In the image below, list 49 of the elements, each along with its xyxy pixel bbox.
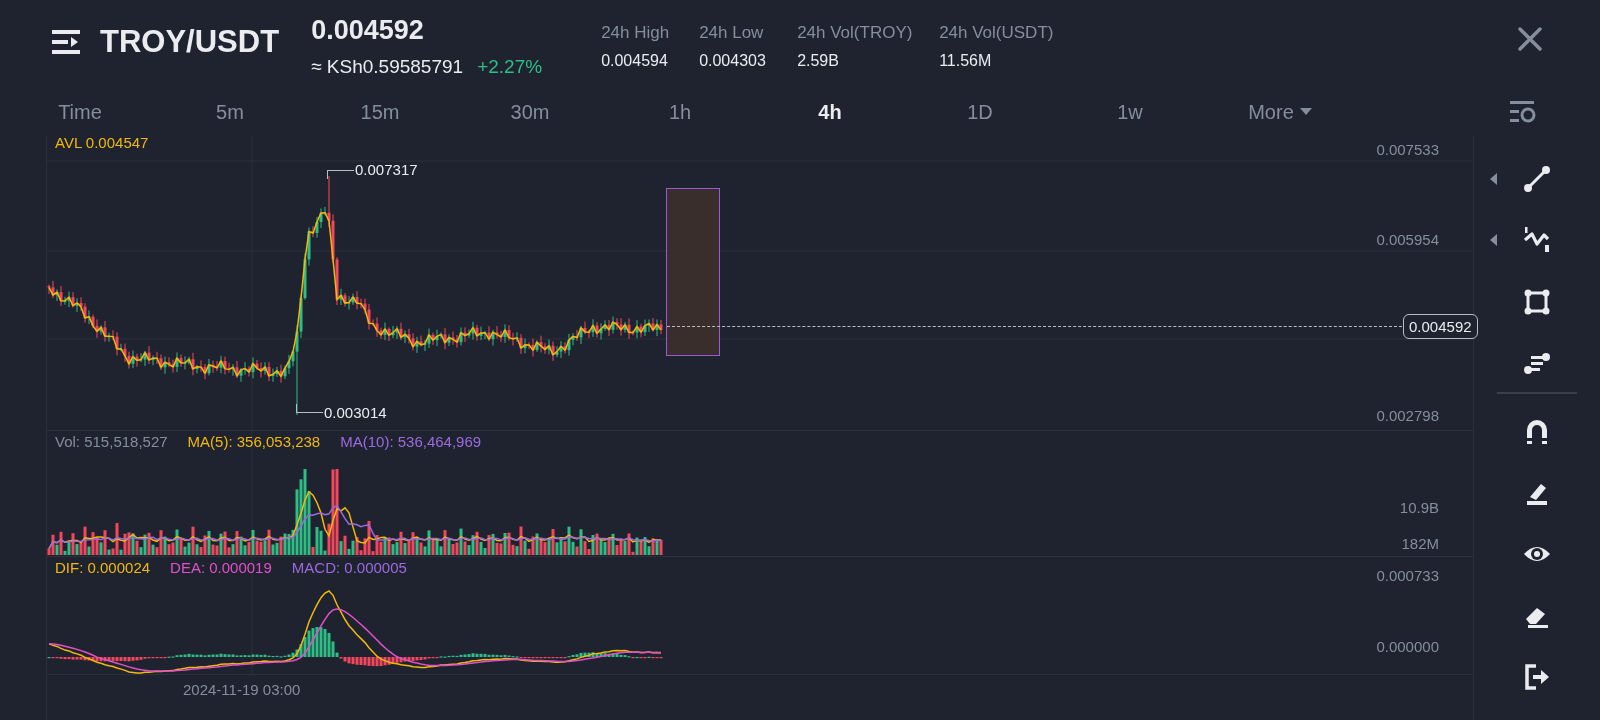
axis-label: 0.007533 (1376, 141, 1439, 159)
range-rectangle[interactable] (666, 188, 720, 356)
interval-tab[interactable]: 30m (455, 100, 605, 124)
low-price-label: 0.003014 (324, 404, 387, 421)
interval-tab[interactable]: 15m (305, 100, 455, 124)
fiat-price: ≈ KSh0.59585791 (311, 55, 464, 78)
caret-icon[interactable] (1299, 108, 1312, 116)
line-tool-icon[interactable] (1522, 163, 1552, 194)
avl-legend: AVL 0.004547 (55, 134, 149, 151)
axis-label: 182M (1401, 535, 1439, 553)
macd-legend: DEA: 0.000019 (170, 559, 272, 576)
interval-tab[interactable]: More (1205, 100, 1355, 124)
interval-tab[interactable]: 1D (905, 100, 1055, 124)
caret-icon[interactable] (1490, 234, 1497, 247)
volume-legend: MA(5): 356,053,238 (187, 433, 321, 450)
caret-icon[interactable] (1490, 172, 1497, 185)
interval-tab[interactable]: Time (5, 100, 155, 124)
chart-settings-icon[interactable] (1510, 101, 1536, 123)
axis-label: 0.005954 (1376, 231, 1439, 249)
close-icon[interactable] (1518, 27, 1542, 51)
high-price-label: 0.007317 (355, 161, 418, 178)
axis-label: 10.9B (1399, 499, 1439, 517)
stat-value: 0.004594 (601, 51, 669, 70)
last-price-tag: 0.004592 (1403, 314, 1478, 339)
axis-label: 0.000000 (1376, 638, 1439, 656)
volume-legend: MA(10): 536,464,969 (340, 433, 482, 450)
time-axis-label: 2024-11-19 03:00 (183, 681, 301, 698)
price-change: +2.27% (477, 55, 543, 78)
axis-label: 0.000733 (1376, 567, 1439, 585)
stat-value: 11.56M (939, 51, 993, 70)
macd-legend: MACD: 0.000005 (291, 559, 407, 576)
interval-tab[interactable]: 5m (155, 100, 305, 124)
interval-tab[interactable]: 4h (755, 100, 905, 124)
stat-label: 24h High (601, 22, 671, 43)
stat-label: 24h Low (699, 22, 765, 43)
volume-legend: Vol: 515,518,527 (55, 433, 168, 450)
pair-title: TROY/USDT (100, 24, 280, 60)
stat-label: 24h Vol(USDT) (939, 22, 1054, 43)
interval-tab[interactable]: 1w (1055, 100, 1205, 124)
stat-label: 24h Vol(TROY) (797, 22, 914, 43)
axis-label: 0.002798 (1376, 407, 1439, 425)
last-price: 0.004592 (311, 14, 425, 46)
macd-legend: DIF: 0.000024 (55, 559, 151, 576)
interval-tab[interactable]: 1h (605, 100, 755, 124)
stat-value: 0.004303 (699, 51, 767, 70)
leader-line (327, 170, 354, 179)
menu-icon[interactable] (52, 30, 82, 54)
leader-line (296, 404, 323, 413)
stat-value: 2.59B (797, 51, 840, 70)
